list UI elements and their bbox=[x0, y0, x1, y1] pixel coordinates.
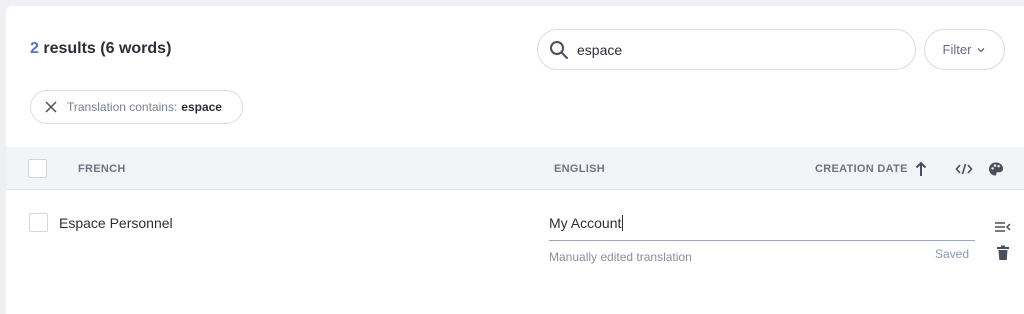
column-header-creation-date[interactable]: CREATION DATE bbox=[815, 163, 908, 175]
column-header-source[interactable]: FRENCH bbox=[78, 163, 126, 175]
translation-note: Manually edited translation bbox=[549, 250, 692, 264]
source-text: Espace Personnel bbox=[59, 215, 173, 231]
column-header-target[interactable]: ENGLISH bbox=[554, 163, 605, 175]
list-edit-icon[interactable] bbox=[994, 219, 1012, 237]
table-header: FRENCH ENGLISH CREATION DATE bbox=[6, 147, 1024, 190]
results-summary: 2 results (6 words) bbox=[30, 40, 171, 58]
translation-value: My Account bbox=[549, 215, 622, 231]
active-filter-value: espace bbox=[181, 100, 222, 114]
search-icon bbox=[550, 40, 568, 59]
translations-panel: 2 results (6 words) Filter Translation c… bbox=[6, 6, 1024, 314]
code-icon[interactable] bbox=[955, 160, 973, 178]
filter-button[interactable]: Filter bbox=[924, 29, 1005, 70]
sort-arrow-up-icon[interactable] bbox=[912, 160, 930, 178]
active-filter-chip: Translation contains: espace bbox=[30, 90, 243, 124]
active-filter-prefix: Translation contains: bbox=[67, 100, 178, 114]
translation-field-underline bbox=[549, 240, 975, 241]
translation-field[interactable]: My Account bbox=[549, 215, 624, 231]
search-input[interactable] bbox=[577, 41, 877, 58]
search-box[interactable] bbox=[537, 29, 916, 70]
results-count: 2 bbox=[30, 40, 39, 57]
save-status: Saved bbox=[935, 247, 970, 261]
text-caret bbox=[622, 215, 624, 231]
trash-icon[interactable] bbox=[994, 244, 1012, 262]
results-label: results (6 words) bbox=[43, 40, 172, 57]
row-checkbox[interactable] bbox=[29, 213, 48, 232]
filter-label: Filter bbox=[942, 42, 972, 57]
close-icon[interactable] bbox=[45, 101, 57, 113]
chevron-down-icon bbox=[977, 47, 985, 52]
palette-icon[interactable] bbox=[987, 160, 1005, 178]
select-all-checkbox[interactable] bbox=[28, 159, 47, 178]
